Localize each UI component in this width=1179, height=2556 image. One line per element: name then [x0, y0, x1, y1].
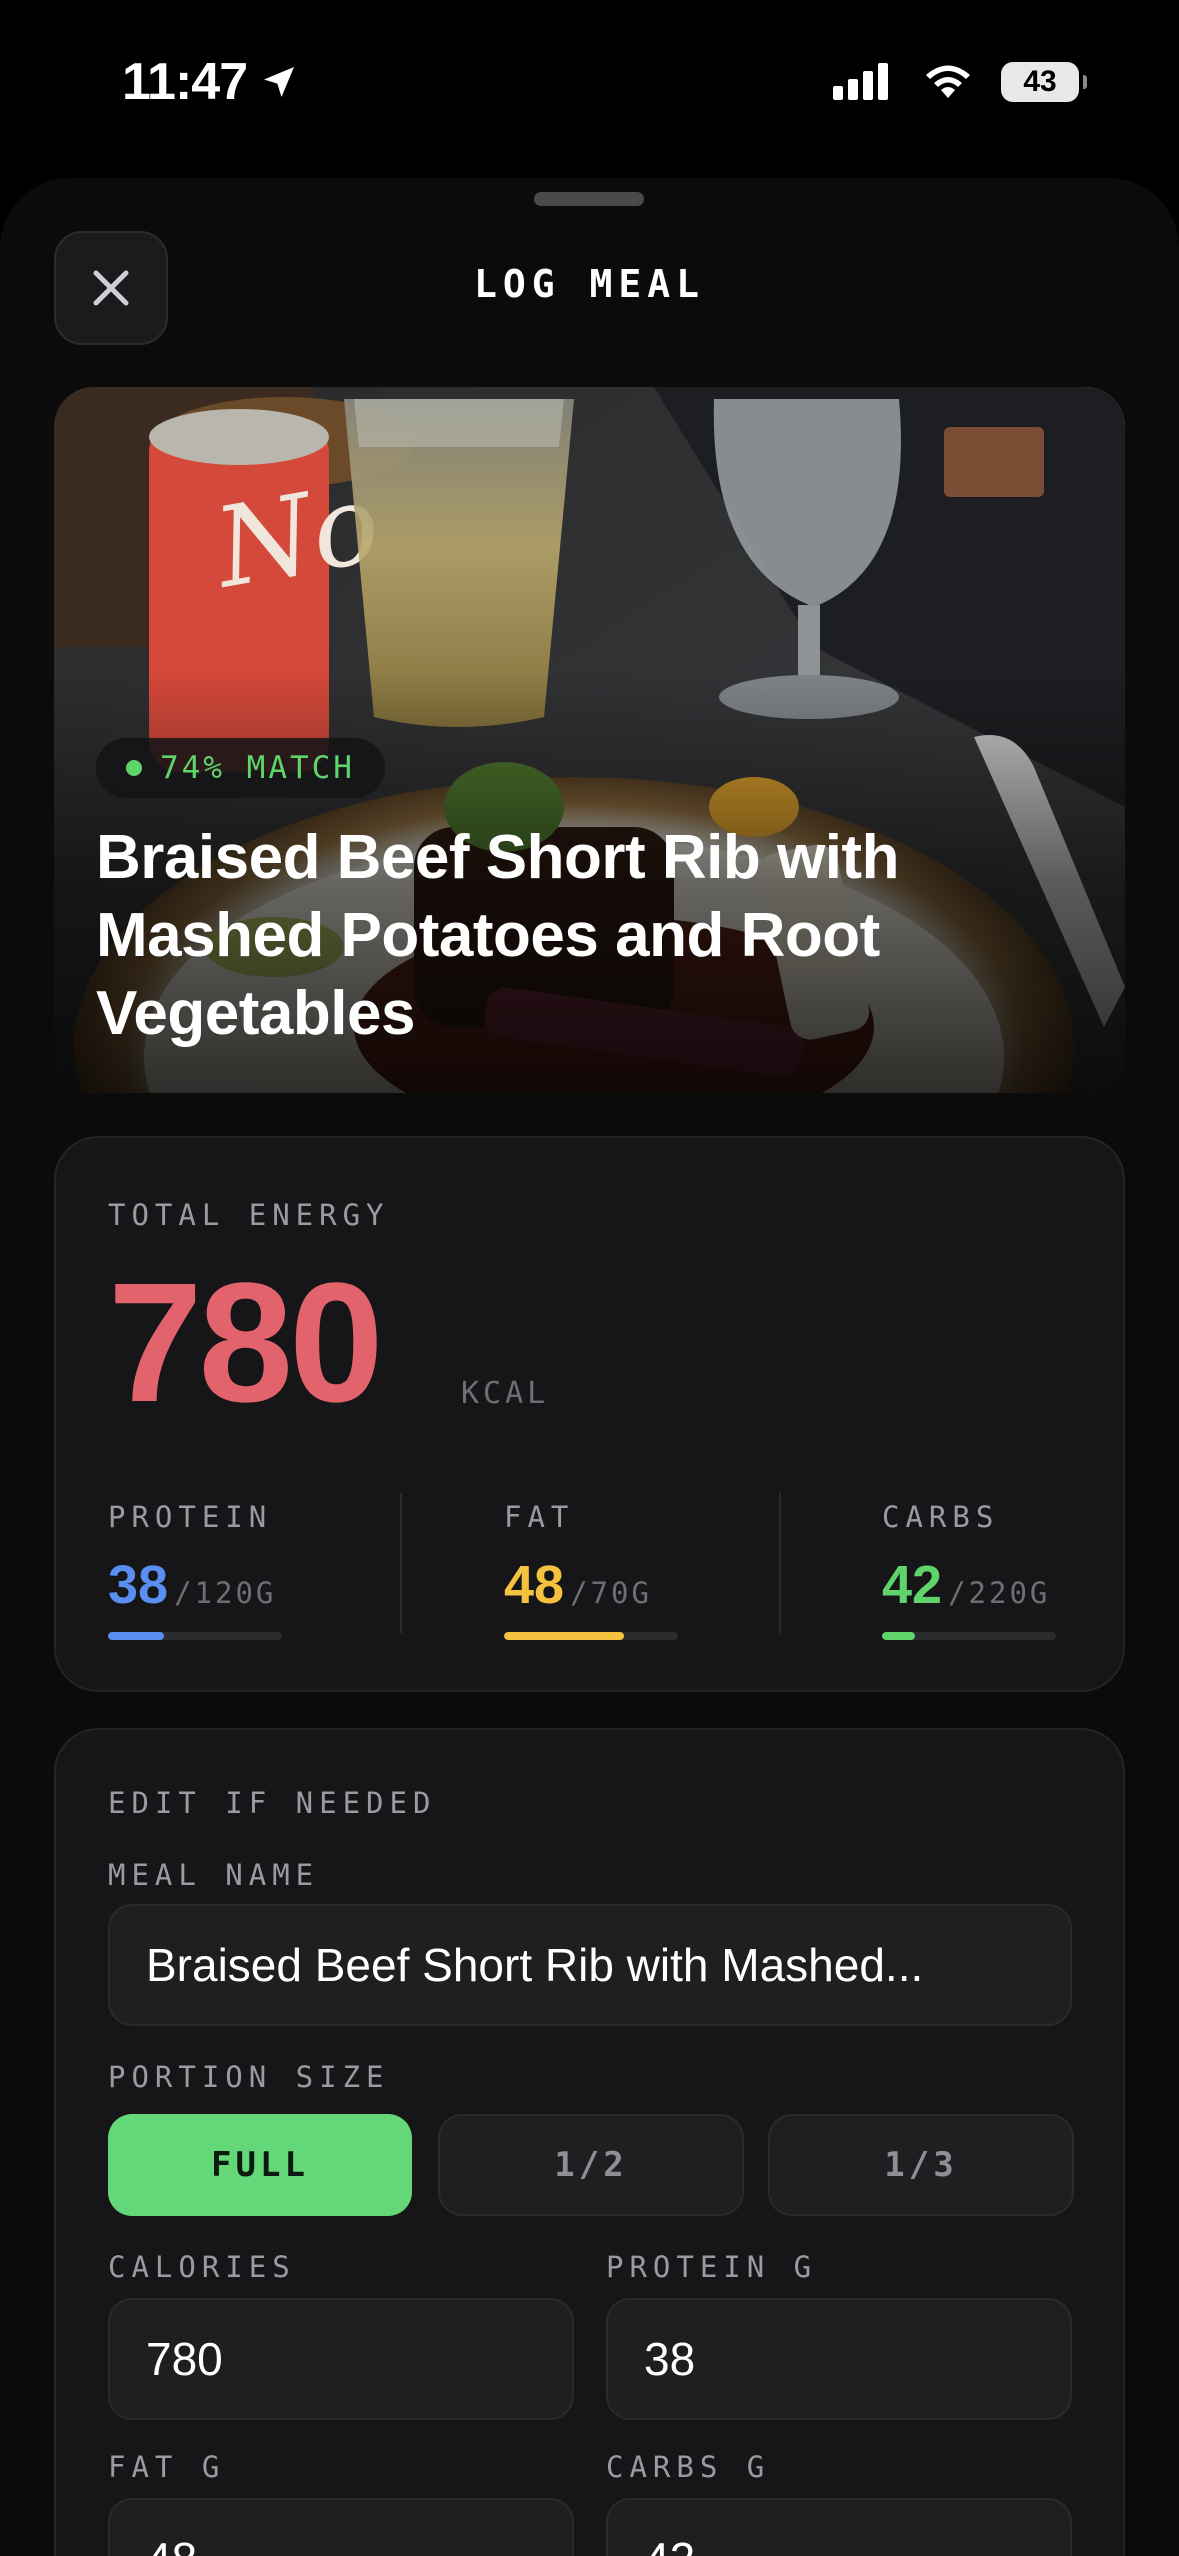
meal-name-field[interactable]: Braised Beef Short Rib with Mashed...: [108, 1904, 1072, 2026]
edit-section-label: EDIT IF NEEDED: [108, 1786, 437, 1820]
carbs-field[interactable]: 42: [606, 2498, 1072, 2556]
portion-full-button[interactable]: FULL: [108, 2114, 412, 2216]
macro-carbs: CARBS 42 /220G: [882, 1500, 1056, 1640]
macro-progress-fill: [882, 1632, 916, 1640]
kcal-unit: KCAL: [461, 1376, 550, 1411]
battery-level: 43: [1023, 65, 1057, 98]
match-dot-icon: [126, 760, 142, 776]
status-icons: 43: [833, 62, 1087, 102]
match-badge: 74% MATCH: [96, 738, 385, 798]
macro-fat: FAT 48 /70G: [504, 1500, 678, 1640]
location-arrow-icon: [264, 67, 295, 97]
macro-goal: /220G: [948, 1576, 1051, 1610]
portion-third-button[interactable]: 1/3: [768, 2114, 1074, 2216]
match-text: 74% MATCH: [160, 750, 355, 786]
divider: [400, 1493, 402, 1633]
meal-title: Braised Beef Short Rib with Mashed Potat…: [96, 823, 899, 1048]
sheet-title: LOG MEAL: [473, 262, 706, 306]
carbs-label: CARBS G: [606, 2450, 771, 2484]
macro-label: FAT: [504, 1500, 575, 1534]
kcal-value: 780: [108, 1248, 384, 1438]
portion-size-label: PORTION SIZE: [108, 2060, 390, 2094]
sheet-grabber[interactable]: [534, 192, 644, 206]
status-time: 11:47: [122, 52, 299, 112]
macro-goal: /120G: [174, 1576, 277, 1610]
macro-progress-fill: [108, 1632, 164, 1640]
macro-value: 38: [108, 1555, 169, 1615]
macro-value: 48: [504, 1555, 565, 1615]
wifi-icon: [926, 65, 970, 98]
energy-label: TOTAL ENERGY: [108, 1198, 390, 1232]
macro-protein: PROTEIN 38 /120G: [108, 1500, 282, 1640]
macro-goal: /70G: [570, 1576, 652, 1610]
macro-label: PROTEIN: [108, 1500, 273, 1534]
edit-card: EDIT IF NEEDED MEAL NAME Braised Beef Sh…: [54, 1728, 1125, 2556]
fat-field[interactable]: 48: [108, 2498, 574, 2556]
macro-value: 42: [882, 1555, 943, 1615]
macro-progress-bar: [108, 1632, 282, 1640]
cellular-signal-icon: [833, 63, 888, 100]
fat-label: FAT G: [108, 2450, 226, 2484]
energy-card: TOTAL ENERGY 780 KCAL PROTEIN 38 /120G F…: [54, 1136, 1125, 1692]
calories-field[interactable]: 780: [108, 2298, 574, 2420]
macro-label: CARBS: [882, 1500, 1000, 1534]
meal-photo: No 74% MATCH Braised Beef Short Rib with…: [54, 387, 1125, 1093]
macro-progress-fill: [504, 1632, 625, 1640]
protein-label: PROTEIN G: [606, 2250, 818, 2284]
clock: 11:47: [122, 53, 248, 111]
macro-progress-bar: [504, 1632, 678, 1640]
protein-field[interactable]: 38: [606, 2298, 1072, 2420]
calories-label: CALORIES: [108, 2250, 296, 2284]
portion-half-button[interactable]: 1/2: [438, 2114, 744, 2216]
macro-progress-bar: [882, 1632, 1056, 1640]
meal-name-label: MEAL NAME: [108, 1858, 320, 1892]
divider: [779, 1493, 781, 1633]
battery-indicator: 43: [1001, 62, 1087, 102]
